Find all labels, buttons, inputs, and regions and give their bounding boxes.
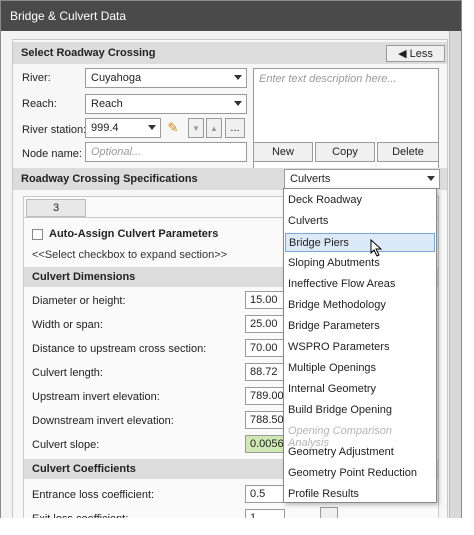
chevron-down-icon [234,101,242,106]
dd-geometry-adjustment[interactable]: Geometry Adjustment [285,443,435,462]
specs-selected: Culverts [290,173,331,185]
chevron-down-icon [148,125,156,130]
triangle-left-icon: ◀ [398,48,407,60]
row-label-length: Culvert length: [32,367,103,379]
reach-label: Reach: [22,98,57,110]
next-station-button[interactable]: ▲ [206,118,222,138]
side-panel-strip [449,31,461,527]
station-combo[interactable]: 999.4 [85,118,161,138]
distance-input[interactable]: 70.00 [245,339,285,357]
dd-bridge-piers[interactable]: Bridge Piers [285,233,435,252]
select-crossing-title: Select Roadway Crossing [21,47,156,59]
cursor-arrow-icon [370,239,383,257]
width-input[interactable]: 25.00 [245,315,285,333]
river-value: Cuyahoga [91,72,142,84]
diameter-input[interactable]: 15.00 [245,291,285,309]
dd-profile-results[interactable]: Profile Results [285,485,435,504]
select-crossing-header: Select Roadway Crossing ◀ Less [13,42,447,64]
station-more-button[interactable]: ... [225,118,245,138]
description-placeholder: Enter text description here... [259,73,397,85]
torn-edge [0,518,474,535]
row-label-diameter: Diameter or height: [32,295,126,307]
specs-title: Roadway Crossing Specifications [21,173,198,185]
auto-assign-checkbox[interactable] [32,228,43,240]
dd-culverts[interactable]: Culverts [285,212,435,231]
upstream-input[interactable]: 789.000 [245,387,285,405]
reach-combo[interactable]: Reach [85,94,247,114]
node-name-input[interactable]: Optional... [85,142,247,162]
downstream-input[interactable]: 788.500 [245,411,285,429]
slope-output: 0.00564 [245,435,285,453]
dd-bridge-methodology[interactable]: Bridge Methodology [285,296,435,315]
dd-deck-roadway[interactable]: Deck Roadway [285,191,435,210]
less-label: Less [409,47,433,60]
specs-combo[interactable]: Culverts [284,169,440,189]
tab-culvert-3[interactable]: 3 [26,199,86,217]
row-label-slope: Culvert slope: [32,439,100,451]
dd-ineffective-flow[interactable]: Ineffective Flow Areas [285,275,435,294]
reach-value: Reach [91,98,123,110]
river-label: River: [22,72,51,84]
row-label-entrance: Entrance loss coefficient: [32,489,155,501]
node-placeholder: Optional... [91,146,142,158]
chevron-down-icon [427,176,435,181]
row-label-distance: Distance to upstream cross section: [32,343,207,355]
copy-button[interactable]: Copy [315,142,375,162]
expand-hint: <<Select checkbox to expand section>> [32,249,228,261]
triangle-down-icon: ▼ [192,123,200,133]
new-button[interactable]: New [253,142,313,162]
dd-geometry-point-reduction[interactable]: Geometry Point Reduction [285,464,435,483]
station-label: River station: [22,124,87,136]
window-title: Bridge & Culvert Data [1,1,461,31]
station-value: 999.4 [91,122,119,134]
delete-button[interactable]: Delete [377,142,439,162]
entrance-input[interactable]: 0.5 [245,485,285,503]
dd-wspro-parameters[interactable]: WSPRO Parameters [285,338,435,357]
prev-station-button[interactable]: ▼ [188,118,204,138]
specs-dropdown-list: Deck Roadway Culverts Bridge Piers Slopi… [283,188,437,503]
less-button[interactable]: ◀ Less [386,45,445,62]
dd-bridge-parameters[interactable]: Bridge Parameters [285,317,435,336]
node-label: Node name: [22,148,82,160]
triangle-up-icon: ▲ [210,123,218,133]
dd-sloping-abutments[interactable]: Sloping Abutments [285,254,435,273]
chevron-down-icon [234,75,242,80]
dd-opening-comparison: Opening Comparison Analysis [288,425,392,449]
pencil-button[interactable]: ✎ [164,118,182,138]
river-combo[interactable]: Cuyahoga [85,68,247,88]
row-label-upstream: Upstream invert elevation: [32,391,160,403]
dd-internal-geometry[interactable]: Internal Geometry [285,380,435,399]
pencil-icon: ✎ [167,120,179,135]
ellipsis-label: ... [230,122,240,134]
dd-multiple-openings[interactable]: Multiple Openings [285,359,435,378]
auto-assign-label: Auto-Assign Culvert Parameters [49,228,219,240]
row-label-downstream: Downstream invert elevation: [32,415,174,427]
dd-build-bridge-opening[interactable]: Build Bridge Opening [285,401,435,420]
row-label-width: Width or span: [32,319,103,331]
length-input[interactable]: 88.72 [245,363,285,381]
